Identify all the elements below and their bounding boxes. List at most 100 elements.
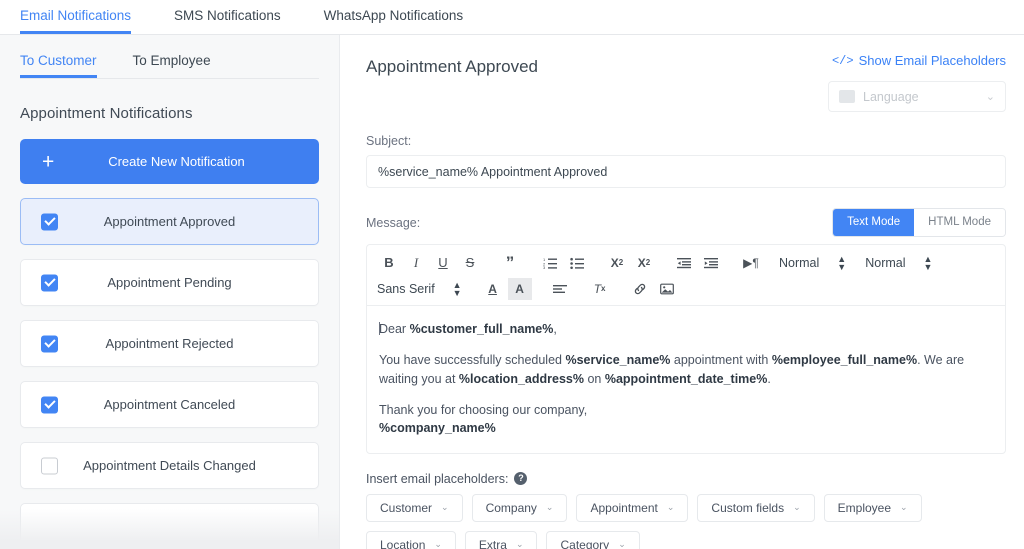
- message-body-editor[interactable]: Dear %customer_full_name%, You have succ…: [367, 306, 1005, 453]
- align-icon[interactable]: [548, 278, 572, 300]
- notification-item-partial[interactable]: [20, 503, 319, 549]
- line3-text: Thank you for choosing our company,: [379, 403, 587, 417]
- text-direction-icon[interactable]: ▶¶: [739, 252, 763, 274]
- stepper-arrows-icon: ▲▼: [924, 255, 933, 271]
- bold-icon[interactable]: B: [377, 252, 401, 274]
- placeholder-label: Custom fields: [711, 501, 784, 515]
- line1-prefix: Dear: [379, 322, 410, 336]
- stepper-arrows-icon: ▲▼: [453, 281, 462, 297]
- tab-whatsapp-notifications[interactable]: WhatsApp Notifications: [324, 9, 464, 35]
- placeholder-dropdown-appointment[interactable]: Appointment ⌄: [576, 494, 688, 522]
- placeholder-dropdown-company[interactable]: Company⌄: [472, 494, 568, 522]
- heading-select[interactable]: Normal ▲▼: [779, 255, 846, 271]
- notification-item-appointment-rejected[interactable]: Appointment Rejected: [20, 320, 319, 367]
- insert-placeholders-text: Insert email placeholders:: [366, 472, 508, 486]
- placeholder-dropdown-category[interactable]: Category ⌄: [546, 531, 639, 549]
- blockquote-icon[interactable]: ”: [498, 252, 522, 274]
- placeholder-label: Extra: [479, 538, 507, 549]
- subscript-icon[interactable]: X2: [605, 252, 629, 274]
- notification-item-appointment-details-changed[interactable]: Appointment Details Changed: [20, 442, 319, 489]
- notification-item-label: Appointment Pending: [21, 275, 318, 290]
- placeholder-company-name: %company_name%: [379, 421, 496, 435]
- placeholder-label: Category: [560, 538, 609, 549]
- editor-header: Appointment Approved </> Show Email Plac…: [366, 53, 1006, 112]
- placeholder-buttons-row: Customer⌄ Company⌄ Appointment⌄ Custom f…: [366, 494, 1006, 549]
- subject-label: Subject:: [366, 134, 1006, 148]
- plus-icon: +: [42, 151, 54, 172]
- html-mode-button[interactable]: HTML Mode: [914, 209, 1005, 236]
- show-email-placeholders-label: Show Email Placeholders: [859, 53, 1006, 68]
- chevron-down-icon: ⌄: [667, 502, 675, 513]
- image-icon[interactable]: [655, 278, 679, 300]
- placeholder-dropdown-employee[interactable]: Employee⌄: [824, 494, 922, 522]
- link-icon[interactable]: [628, 278, 652, 300]
- placeholder-label: Appointment: [590, 501, 657, 515]
- size-select-value: Normal: [865, 256, 905, 270]
- notification-item-label: Appointment Details Changed: [21, 458, 318, 473]
- page-body: To Customer To Employee Appointment Noti…: [0, 35, 1024, 549]
- font-color-icon[interactable]: A: [481, 278, 505, 300]
- subtab-to-customer[interactable]: To Customer: [20, 54, 97, 79]
- underline-icon[interactable]: U: [431, 252, 455, 274]
- editor-toolbar: B I U S ” 123 X2: [367, 245, 1005, 306]
- sidebar-section-title: Appointment Notifications: [20, 105, 319, 122]
- line2-e: .: [767, 372, 770, 386]
- placeholder-employee-full-name: %employee_full_name%: [772, 353, 917, 367]
- size-select[interactable]: Normal ▲▼: [865, 255, 932, 271]
- chevron-down-icon: ⌄: [618, 539, 626, 549]
- chevron-down-icon: ⌄: [900, 502, 908, 513]
- notification-item-label: Appointment Rejected: [21, 336, 318, 351]
- notification-checkbox[interactable]: [41, 457, 58, 474]
- message-line-1: Dear %customer_full_name%,: [379, 320, 993, 338]
- line2-a: You have successfully scheduled: [379, 353, 565, 367]
- chevron-down-icon: ⌄: [434, 539, 442, 549]
- strikethrough-icon[interactable]: S: [458, 252, 482, 274]
- show-email-placeholders-link[interactable]: </> Show Email Placeholders: [832, 53, 1006, 68]
- indent-icon[interactable]: [699, 252, 723, 274]
- notification-checkbox[interactable]: [41, 213, 58, 230]
- line1-suffix: ,: [553, 322, 556, 336]
- placeholder-label: Company: [486, 501, 537, 515]
- tab-email-notifications[interactable]: Email Notifications: [20, 9, 131, 35]
- italic-icon[interactable]: I: [404, 252, 428, 274]
- subject-input[interactable]: [366, 155, 1006, 188]
- placeholder-label: Location: [380, 538, 425, 549]
- notification-checkbox[interactable]: [41, 335, 58, 352]
- message-line-3: Thank you for choosing our company, %comp…: [379, 401, 993, 437]
- chevron-down-icon: ⌄: [441, 502, 449, 513]
- background-color-icon[interactable]: A: [508, 278, 532, 300]
- heading-select-value: Normal: [779, 256, 819, 270]
- notification-item-appointment-canceled[interactable]: Appointment Canceled: [20, 381, 319, 428]
- subtab-to-employee[interactable]: To Employee: [133, 54, 211, 79]
- placeholder-dropdown-location[interactable]: Location ⌄: [366, 531, 456, 549]
- code-icon: </>: [832, 54, 854, 68]
- editor-header-right: </> Show Email Placeholders Language ⌄: [828, 53, 1006, 112]
- stepper-arrows-icon: ▲▼: [837, 255, 846, 271]
- placeholder-dropdown-extra[interactable]: Extra ⌄: [465, 531, 538, 549]
- bullet-list-icon[interactable]: [565, 252, 589, 274]
- outdent-icon[interactable]: [672, 252, 696, 274]
- clear-formatting-icon[interactable]: Tx: [588, 278, 612, 300]
- notification-checkbox[interactable]: [41, 274, 58, 291]
- superscript-icon[interactable]: X2: [632, 252, 656, 274]
- placeholder-customer-full-name: %customer_full_name%: [410, 322, 554, 336]
- notification-item-appointment-approved[interactable]: Appointment Approved: [20, 198, 319, 245]
- ordered-list-icon[interactable]: 123: [538, 252, 562, 274]
- create-new-notification-button[interactable]: + Create New Notification: [20, 139, 319, 184]
- language-select[interactable]: Language ⌄: [828, 81, 1006, 112]
- notification-channel-tabs: Email Notifications SMS Notifications Wh…: [0, 0, 1024, 35]
- font-family-select[interactable]: Sans Serif ▲▼: [377, 281, 462, 297]
- placeholder-dropdown-custom-fields[interactable]: Custom fields⌄: [697, 494, 814, 522]
- placeholder-dropdown-customer[interactable]: Customer ⌄: [366, 494, 463, 522]
- tab-sms-notifications[interactable]: SMS Notifications: [174, 9, 281, 35]
- notification-item-appointment-pending[interactable]: Appointment Pending: [20, 259, 319, 306]
- notification-checkbox[interactable]: [41, 396, 58, 413]
- chevron-down-icon: ⌄: [986, 90, 995, 103]
- placeholder-service-name: %service_name%: [565, 353, 670, 367]
- chevron-down-icon: ⌄: [516, 539, 524, 549]
- text-mode-button[interactable]: Text Mode: [833, 209, 914, 236]
- help-icon[interactable]: ?: [514, 472, 527, 485]
- notification-editor-panel: Appointment Approved </> Show Email Plac…: [340, 35, 1024, 549]
- notifications-sidebar: To Customer To Employee Appointment Noti…: [0, 35, 340, 549]
- placeholder-label: Customer: [380, 501, 432, 515]
